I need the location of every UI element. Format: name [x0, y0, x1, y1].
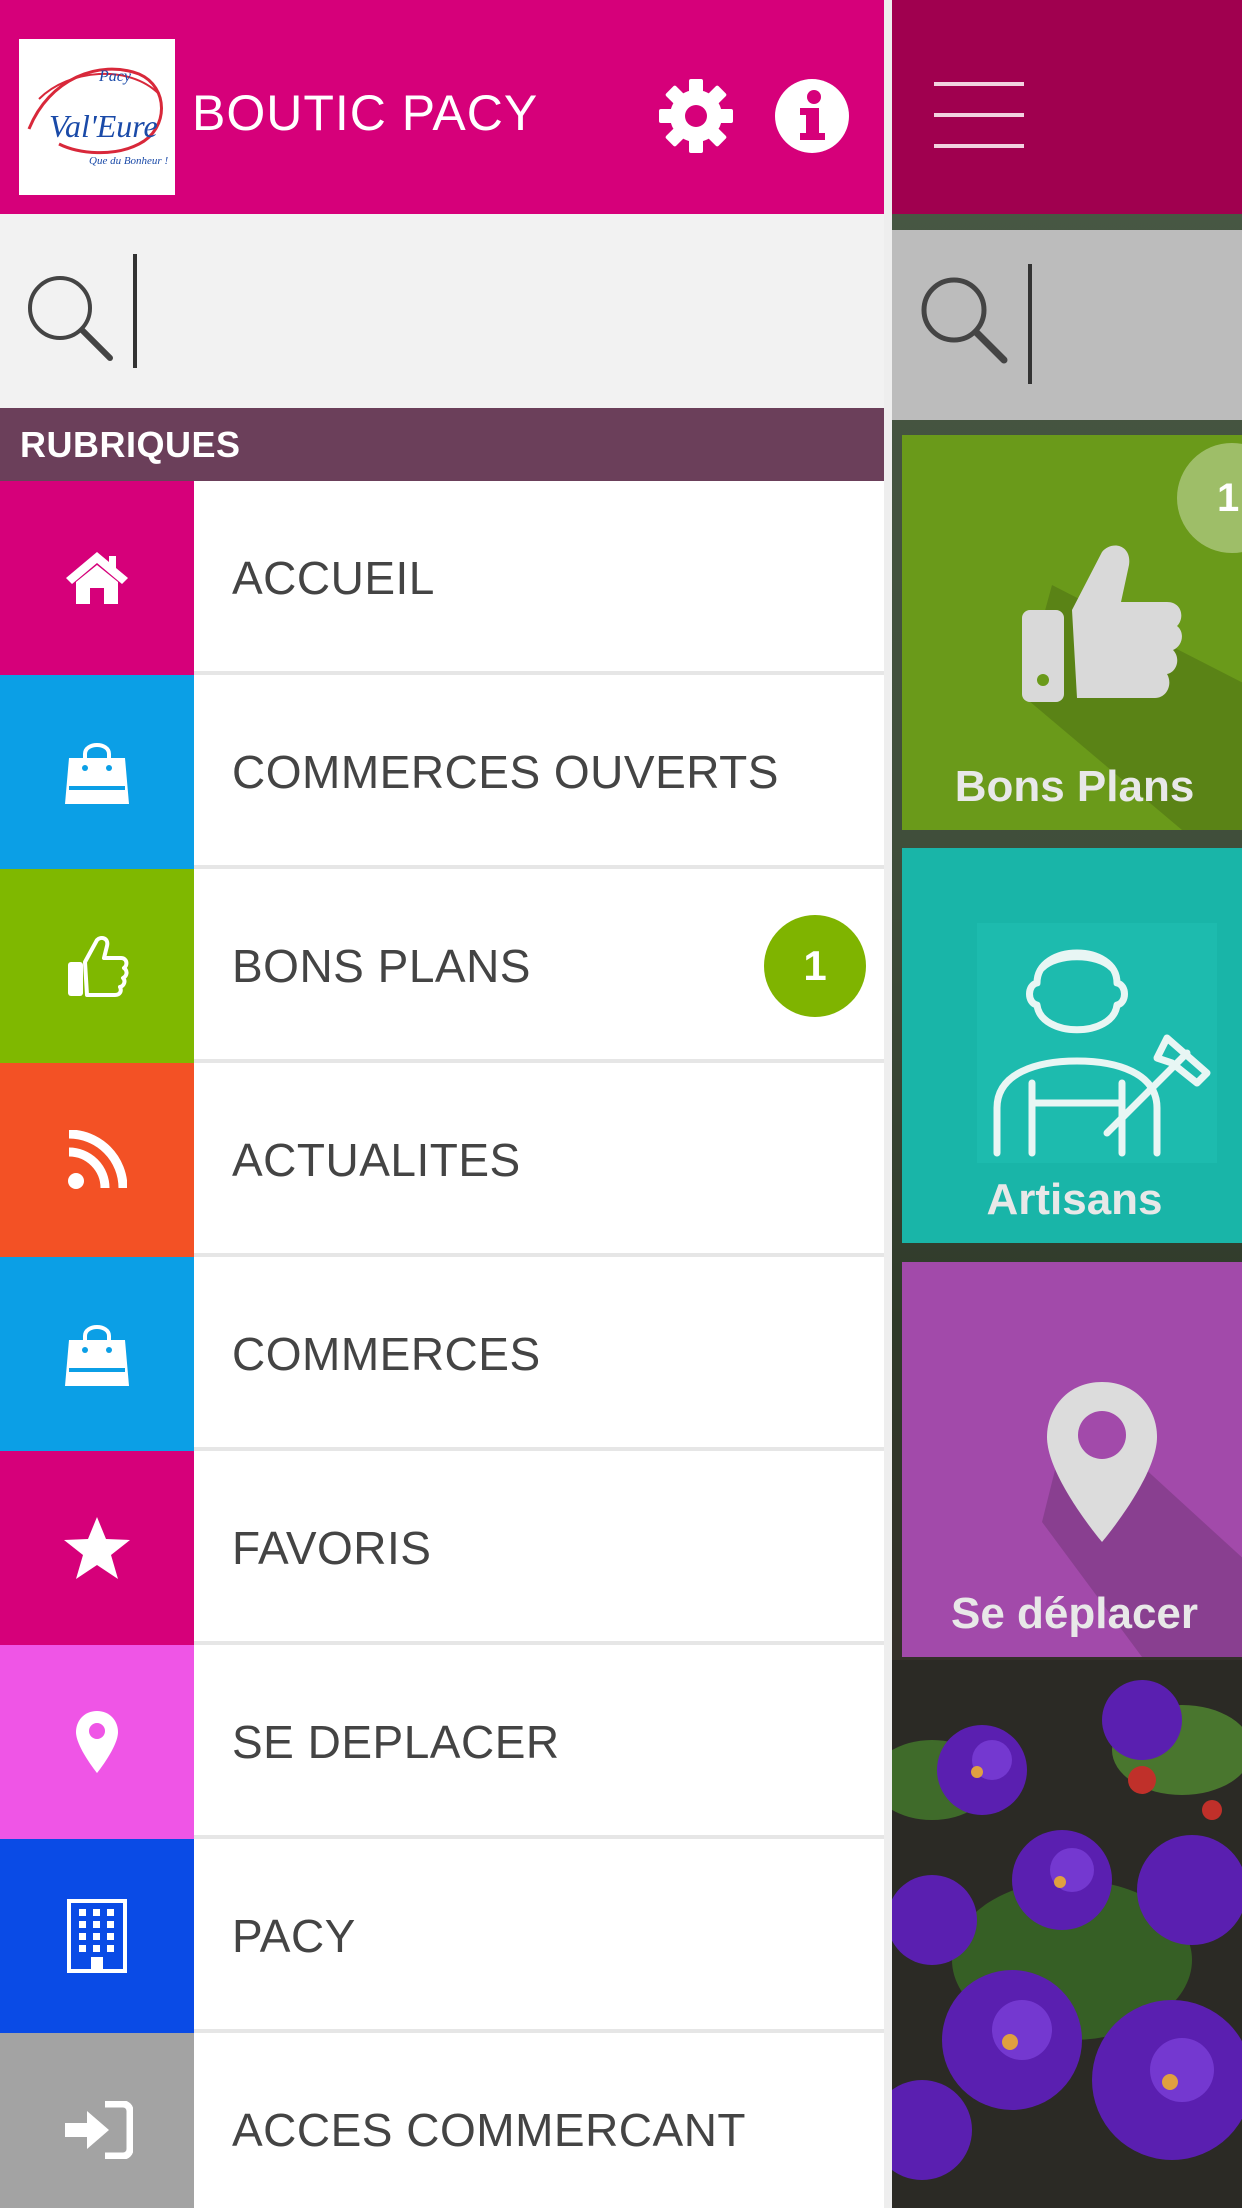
navigation-drawer: Pacy Val'Eure Que du Bonheur ! BOUTIC PA… — [0, 0, 884, 2208]
rss-icon — [68, 1130, 127, 1189]
info-icon[interactable] — [774, 78, 850, 154]
map-pin-icon — [76, 1711, 118, 1773]
tile-artisans[interactable]: Artisans — [902, 848, 1242, 1243]
menu-icon-box — [0, 1257, 194, 1451]
text-cursor — [133, 254, 137, 368]
text-cursor — [1028, 264, 1032, 384]
tile-label: Bons Plans — [954, 762, 1195, 811]
menu-icon-box — [0, 2033, 194, 2208]
menu-item-label: COMMERCES OUVERTS — [232, 746, 779, 798]
star-icon — [64, 1517, 130, 1579]
tile-bons-plans[interactable]: 1 Bons Plans — [902, 435, 1242, 830]
flower-photo — [892, 1660, 1242, 2208]
menu-item-bons-plans[interactable]: BONS PLANS 1 — [0, 869, 884, 1063]
menu-item-se-deplacer[interactable]: SE DEPLACER — [0, 1645, 884, 1839]
drawer-header: Pacy Val'Eure Que du Bonheur ! BOUTIC PA… — [0, 0, 884, 214]
menu-item-label: FAVORIS — [232, 1522, 432, 1574]
hamburger-menu-icon[interactable] — [934, 82, 1024, 152]
menu-item-pacy[interactable]: PACY — [0, 1839, 884, 2033]
tile-se-deplacer[interactable]: Se déplacer — [902, 1262, 1242, 1657]
menu-item-label: COMMERCES — [232, 1328, 541, 1380]
menu-item-label: SE DEPLACER — [232, 1716, 560, 1768]
menu-icon-box — [0, 1451, 194, 1645]
drawer-edge — [884, 0, 892, 2208]
svg-text:Pacy: Pacy — [98, 68, 132, 85]
shopping-bag-icon — [65, 743, 129, 804]
tile-label: Artisans — [986, 1175, 1163, 1224]
menu-item-commerces[interactable]: COMMERCES — [0, 1257, 884, 1451]
thumbs-up-icon — [68, 936, 129, 997]
menu-item-label: ACTUALITES — [232, 1134, 521, 1186]
logo-graphic: Pacy Val'Eure Que du Bonheur ! — [27, 67, 168, 167]
notification-badge: 1 — [764, 915, 866, 1017]
menu-icon-box — [0, 869, 194, 1063]
menu-item-label: ACCES COMMERCANT — [232, 2104, 747, 2156]
menu-item-label: PACY — [232, 1910, 356, 1962]
search-bar — [0, 214, 884, 408]
thumbs-up-icon — [1022, 545, 1182, 702]
menu-item-actualites[interactable]: ACTUALITES — [0, 1063, 884, 1257]
menu-item-label: BONS PLANS — [232, 940, 531, 992]
search-input[interactable] — [132, 254, 852, 364]
menu-icon-box — [0, 481, 194, 675]
gear-icon[interactable] — [658, 78, 734, 154]
svg-text:Que du Bonheur !: Que du Bonheur ! — [89, 155, 168, 167]
menu-item-accueil[interactable]: ACCUEIL — [0, 481, 884, 675]
menu-icon-box — [0, 1839, 194, 2033]
sign-in-icon — [65, 2101, 133, 2159]
shopping-bag-icon — [65, 1325, 129, 1386]
menu-list: ACCUEIL COMMERCES OUVERTS BONS PLANS 1 A… — [0, 481, 884, 2208]
background-app: 1 Bons Plans Artisans Se déplacer — [892, 0, 1242, 2208]
search-icon — [921, 277, 1008, 364]
building-icon — [67, 1899, 127, 1973]
app-title: BOUTIC PACY — [192, 85, 539, 141]
section-title: RUBRIQUES — [0, 408, 884, 481]
tile-label: Se déplacer — [950, 1589, 1199, 1638]
menu-icon-box — [0, 1063, 194, 1257]
menu-item-acces-commercant[interactable]: ACCES COMMERCANT — [0, 2033, 884, 2208]
menu-item-label: ACCUEIL — [232, 552, 435, 604]
background-header — [892, 0, 1242, 214]
svg-text:Val'Eure: Val'Eure — [49, 108, 158, 144]
search-icon — [28, 276, 113, 361]
menu-item-favoris[interactable]: FAVORIS — [0, 1451, 884, 1645]
home-icon — [66, 552, 128, 604]
app-logo: Pacy Val'Eure Que du Bonheur ! — [19, 39, 175, 195]
menu-item-commerces-ouverts[interactable]: COMMERCES OUVERTS — [0, 675, 884, 869]
artisan-icon — [977, 923, 1217, 1163]
menu-icon-box — [0, 1645, 194, 1839]
map-pin-icon — [1047, 1382, 1157, 1542]
menu-icon-box — [0, 675, 194, 869]
background-search-bar[interactable] — [892, 230, 1242, 420]
